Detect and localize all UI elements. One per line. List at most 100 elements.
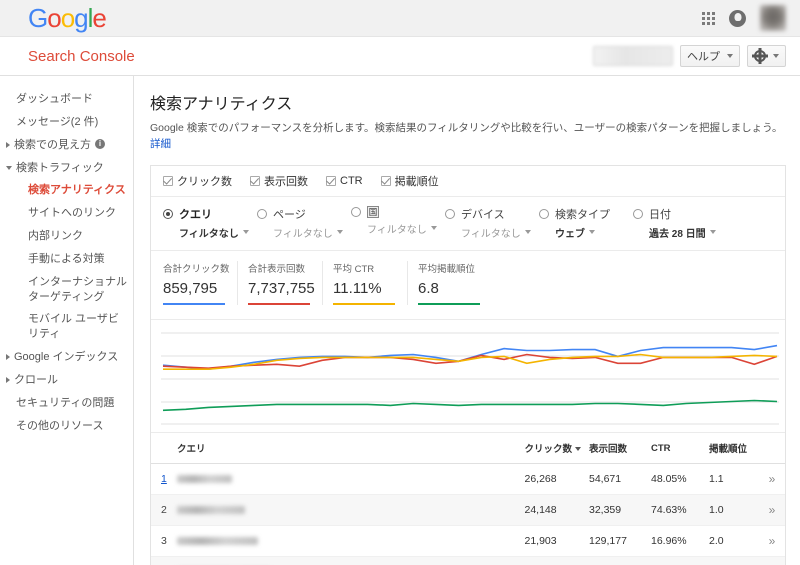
dimension-date[interactable]: 日付 過去 28 日間 xyxy=(633,206,727,240)
cell-query[interactable] xyxy=(173,463,521,495)
avatar[interactable] xyxy=(760,5,786,31)
radio-icon[interactable] xyxy=(445,208,455,219)
th-position[interactable]: 掲載順位 xyxy=(705,433,757,464)
row-index[interactable]: 1 xyxy=(161,473,167,485)
radio-icon[interactable] xyxy=(351,206,361,217)
th-query[interactable]: クエリ xyxy=(173,433,521,464)
dimension-filter-value[interactable]: ウェブ xyxy=(555,225,633,240)
cell-clicks: 26,268 xyxy=(520,463,585,495)
dimension-filter-value[interactable]: フィルタなし xyxy=(273,225,351,240)
cell-index[interactable]: 2 xyxy=(151,494,173,526)
radio-icon[interactable] xyxy=(539,208,549,219)
dimension-search-type[interactable]: 検索タイプ ウェブ xyxy=(539,206,633,240)
site-selector[interactable] xyxy=(593,46,673,66)
metric-checkbox-ctr[interactable]: CTR xyxy=(326,175,363,187)
dimension-label: ページ xyxy=(273,208,306,221)
cell-query[interactable] xyxy=(173,494,521,526)
sidebar-item-other-resources[interactable]: その他のリソース xyxy=(0,415,133,438)
expand-row-icon[interactable]: » xyxy=(769,472,776,486)
cell-position: 1.0 xyxy=(705,494,757,526)
info-icon[interactable]: i xyxy=(95,138,105,149)
main-content: 検索アナリティクス Google 検索でのパフォーマンスを分析します。検索結果の… xyxy=(134,76,800,565)
sidebar-item-label: インターナショナル ターゲティング xyxy=(28,275,127,303)
sidebar-item-label: メッセージ(2 件) xyxy=(16,115,99,128)
cell-expand[interactable]: » xyxy=(757,525,785,557)
page-title[interactable]: Search Console xyxy=(28,48,135,65)
cell-index[interactable]: 3 xyxy=(151,525,173,557)
dimension-filter-value[interactable]: フィルタなし xyxy=(179,225,257,240)
cell-query[interactable] xyxy=(173,556,521,565)
total-label: 合計クリック数 xyxy=(163,263,230,275)
sidebar-item-label: 手動による対策 xyxy=(28,252,105,265)
chevron-down-icon xyxy=(773,54,779,58)
sidebar-item-security-issues[interactable]: セキュリティの問題 xyxy=(0,392,133,415)
cell-index[interactable]: 4 xyxy=(151,556,173,565)
dimension-header: クエリ xyxy=(163,206,257,222)
cell-expand[interactable]: » xyxy=(757,556,785,565)
chevron-right-icon xyxy=(6,354,10,361)
learn-more-link[interactable]: 詳細 xyxy=(150,138,171,150)
expand-row-icon[interactable]: » xyxy=(769,534,776,548)
dimension-label: 日付 xyxy=(649,208,671,221)
checkbox-icon xyxy=(163,175,173,186)
row-index[interactable]: 3 xyxy=(161,535,167,547)
checkbox-icon xyxy=(326,175,336,186)
dimension-header: 検索タイプ xyxy=(539,206,633,222)
cell-expand[interactable]: » xyxy=(757,463,785,495)
sidebar-item-search-analytics[interactable]: 検索アナリティクス xyxy=(0,179,133,202)
sort-desc-icon xyxy=(575,447,581,452)
table-row[interactable]: 4 20,22747,07542.97%1.0» xyxy=(151,556,785,565)
table-head: クエリ クリック数 表示回数 CTR 掲載順位 xyxy=(151,433,785,464)
sidebar-item-search-appearance[interactable]: 検索での見え方 i xyxy=(0,134,133,157)
google-logo[interactable]: Google xyxy=(28,5,107,32)
radio-icon[interactable] xyxy=(257,208,267,219)
table-row[interactable]: 1 26,268 54,671 48.05% 1.1 » xyxy=(151,463,785,495)
metric-checkbox-position[interactable]: 掲載順位 xyxy=(380,173,439,189)
sidebar-item-manual-actions[interactable]: 手動による対策 xyxy=(0,248,133,271)
th-impressions[interactable]: 表示回数 xyxy=(585,433,647,464)
dimension-device[interactable]: デバイス フィルタなし xyxy=(445,206,539,240)
dimension-filter-value[interactable]: 過去 28 日間 xyxy=(649,225,727,240)
sidebar-item-messages[interactable]: メッセージ(2 件) xyxy=(0,111,133,134)
metric-checkbox-clicks[interactable]: クリック数 xyxy=(163,173,232,189)
total-ctr: 平均 CTR 11.11% xyxy=(333,260,408,305)
dimension-header: 日付 xyxy=(633,206,727,222)
radio-icon[interactable] xyxy=(163,208,173,219)
settings-button[interactable] xyxy=(747,45,786,67)
sidebar-item-internal-links[interactable]: 内部リンク xyxy=(0,225,133,248)
table-row[interactable]: 3 21,903 129,177 16.96% 2.0 » xyxy=(151,525,785,557)
cell-clicks: 21,903 xyxy=(520,525,585,557)
dimension-query[interactable]: クエリ フィルタなし xyxy=(163,206,257,240)
th-clicks[interactable]: クリック数 xyxy=(520,433,585,464)
cell-index[interactable]: 1 xyxy=(151,463,173,495)
sidebar-item-dashboard[interactable]: ダッシュボード xyxy=(0,88,133,111)
sidebar-item-search-traffic[interactable]: 検索トラフィック xyxy=(0,157,133,180)
metric-label: 掲載順位 xyxy=(394,175,439,188)
sidebar-item-international-targeting[interactable]: インターナショナル ターゲティング xyxy=(0,271,133,309)
cell-expand[interactable]: » xyxy=(757,494,785,526)
expand-row-icon[interactable]: » xyxy=(769,503,776,517)
dimension-filter-value[interactable]: フィルタなし xyxy=(367,221,445,236)
sidebar-item-mobile-usability[interactable]: モバイル ユーザビリティ xyxy=(0,308,133,346)
metric-checkbox-impressions[interactable]: 表示回数 xyxy=(250,173,308,189)
total-value: 7,737,755 xyxy=(248,279,315,297)
apps-grid-icon[interactable] xyxy=(702,11,715,25)
sidebar-item-crawl[interactable]: クロール xyxy=(0,369,133,392)
notifications-icon[interactable] xyxy=(729,9,746,27)
sidebar-item-label: モバイル ユーザビリティ xyxy=(28,313,119,341)
help-button[interactable]: ヘルプ xyxy=(680,45,740,67)
sidebar-item-links-to-site[interactable]: サイトへのリンク xyxy=(0,202,133,225)
dimension-filter-text: フィルタなし xyxy=(367,224,427,236)
dimension-page[interactable]: ページ フィルタなし xyxy=(257,206,351,240)
dimension-filter-value[interactable]: フィルタなし xyxy=(461,225,539,240)
radio-icon[interactable] xyxy=(633,208,643,219)
cell-query[interactable] xyxy=(173,525,521,557)
table-row[interactable]: 2 24,148 32,359 74.63% 1.0 » xyxy=(151,494,785,526)
query-text-redacted xyxy=(177,506,245,514)
sidebar-item-google-index[interactable]: Google インデックス xyxy=(0,346,133,369)
th-ctr[interactable]: CTR xyxy=(647,433,705,464)
row-index[interactable]: 2 xyxy=(161,504,167,516)
dimension-country[interactable]: 国 フィルタなし xyxy=(351,205,445,240)
dimension-filter-text: フィルタなし xyxy=(273,228,333,240)
dimension-label: デバイス xyxy=(461,208,505,221)
